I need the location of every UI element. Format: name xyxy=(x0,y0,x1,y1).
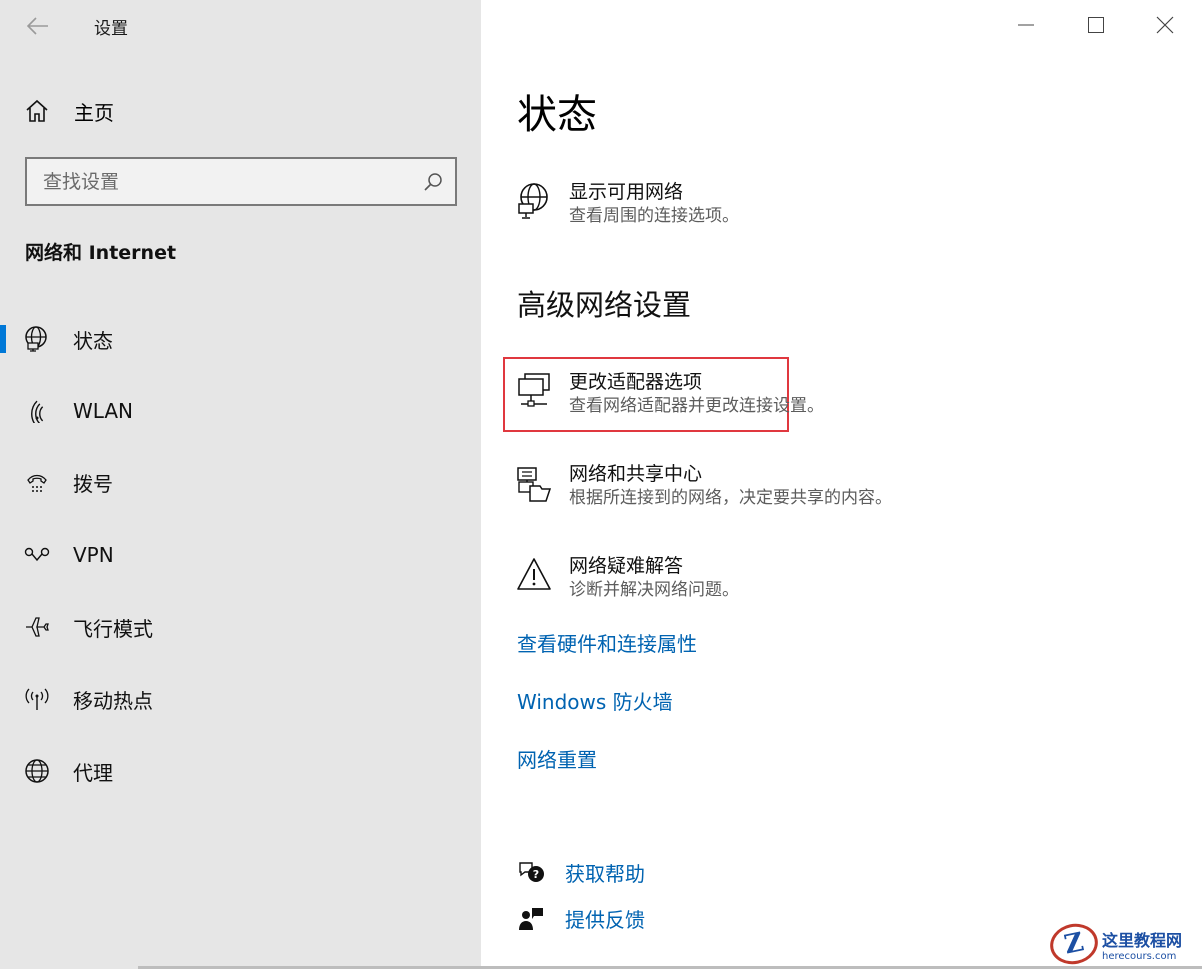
adapter-desc: 查看网络适配器并更改连接设置。 xyxy=(569,396,824,416)
hardware-properties-link[interactable]: 查看硬件和连接属性 xyxy=(517,628,697,657)
advanced-heading: 高级网络设置 xyxy=(517,288,692,322)
feedback-row[interactable]: 提供反馈 xyxy=(517,904,645,933)
firewall-link[interactable]: Windows 防火墙 xyxy=(517,686,673,715)
hotspot-icon xyxy=(24,686,50,712)
airplane-icon xyxy=(24,614,50,640)
network-globe-icon xyxy=(515,180,553,219)
home-label: 主页 xyxy=(74,100,114,125)
minimize-icon xyxy=(1018,24,1034,26)
troubleshoot-desc: 诊断并解决网络问题。 xyxy=(569,580,739,600)
sidebar-item-label: WLAN xyxy=(73,399,134,423)
watermark-name: 这里教程网 xyxy=(1102,930,1183,950)
sidebar-home[interactable]: 主页 xyxy=(24,92,114,130)
back-arrow-icon xyxy=(27,17,48,35)
get-help-link[interactable]: 获取帮助 xyxy=(565,858,645,887)
minimize-button[interactable] xyxy=(992,0,1060,50)
sharing-center-icon xyxy=(515,462,553,502)
sharing-title: 网络和共享中心 xyxy=(569,463,703,485)
search-input[interactable] xyxy=(43,170,423,193)
sidebar-item-dialup[interactable]: 拨号 xyxy=(0,455,481,509)
watermark-url: herecours.com xyxy=(1102,950,1177,962)
sidebar-item-label: 移动热点 xyxy=(73,688,153,713)
close-icon xyxy=(1156,16,1174,34)
feedback-link[interactable]: 提供反馈 xyxy=(565,904,645,933)
close-button[interactable] xyxy=(1131,0,1199,50)
watermark-logo: Z 这里教程网 herecours.com xyxy=(1046,919,1198,969)
maximize-button[interactable] xyxy=(1062,0,1130,50)
sidebar-item-proxy[interactable]: 代理 xyxy=(0,744,481,798)
adapter-options-row[interactable]: 更改适配器选项 查看网络适配器并更改连接设置。 xyxy=(515,370,824,418)
warning-icon xyxy=(515,554,553,592)
home-icon xyxy=(26,99,48,122)
search-box[interactable] xyxy=(25,157,457,206)
troubleshoot-title: 网络疑难解答 xyxy=(569,555,684,577)
help-chat-icon: ? xyxy=(517,859,545,887)
network-adapter-icon xyxy=(515,370,553,408)
show-networks-row[interactable]: 显示可用网络 查看周围的连接选项。 xyxy=(515,180,739,228)
troubleshoot-row[interactable]: 网络疑难解答 诊断并解决网络问题。 xyxy=(515,554,739,602)
page-title: 状态 xyxy=(517,92,597,138)
dial-up-icon xyxy=(24,469,50,495)
globe-icon xyxy=(24,758,50,784)
svg-text:?: ? xyxy=(533,868,539,881)
sidebar-item-label: 状态 xyxy=(73,328,113,353)
sidebar-item-hotspot[interactable]: 移动热点 xyxy=(0,672,481,726)
show-networks-title: 显示可用网络 xyxy=(569,181,684,203)
sidebar-item-label: 拨号 xyxy=(73,471,113,496)
maximize-icon xyxy=(1088,17,1104,33)
back-button[interactable] xyxy=(22,10,54,42)
network-reset-link[interactable]: 网络重置 xyxy=(517,744,597,773)
app-title: 设置 xyxy=(94,19,128,39)
sidebar-item-label: VPN xyxy=(73,543,114,567)
sidebar-item-airplane[interactable]: 飞行模式 xyxy=(0,600,481,654)
get-help-row[interactable]: ? 获取帮助 xyxy=(517,858,645,887)
adapter-title: 更改适配器选项 xyxy=(569,371,703,393)
sidebar: 设置 主页 网络和 Internet 状态 WLAN 拨号 VPN xyxy=(0,0,481,969)
search-icon[interactable] xyxy=(423,172,443,192)
sidebar-item-status[interactable]: 状态 xyxy=(0,312,481,366)
main-content: 状态 显示可用网络 查看周围的连接选项。 高级网络设置 更改适配器选项 查看网络… xyxy=(481,0,1202,969)
show-networks-desc: 查看周围的连接选项。 xyxy=(569,206,739,226)
sidebar-item-label: 飞行模式 xyxy=(73,616,153,641)
sharing-center-row[interactable]: 网络和共享中心 根据所连接到的网络，决定要共享的内容。 xyxy=(515,462,892,510)
feedback-icon xyxy=(517,905,545,933)
vpn-icon xyxy=(24,542,50,568)
network-status-icon xyxy=(24,326,50,352)
sharing-desc: 根据所连接到的网络，决定要共享的内容。 xyxy=(569,488,892,508)
sidebar-item-vpn[interactable]: VPN xyxy=(0,528,481,582)
section-title: 网络和 Internet xyxy=(25,242,177,264)
watermark-badge: Z xyxy=(1046,919,1102,969)
wifi-icon xyxy=(24,398,50,424)
sidebar-item-wlan[interactable]: WLAN xyxy=(0,384,481,438)
sidebar-item-label: 代理 xyxy=(73,760,113,785)
